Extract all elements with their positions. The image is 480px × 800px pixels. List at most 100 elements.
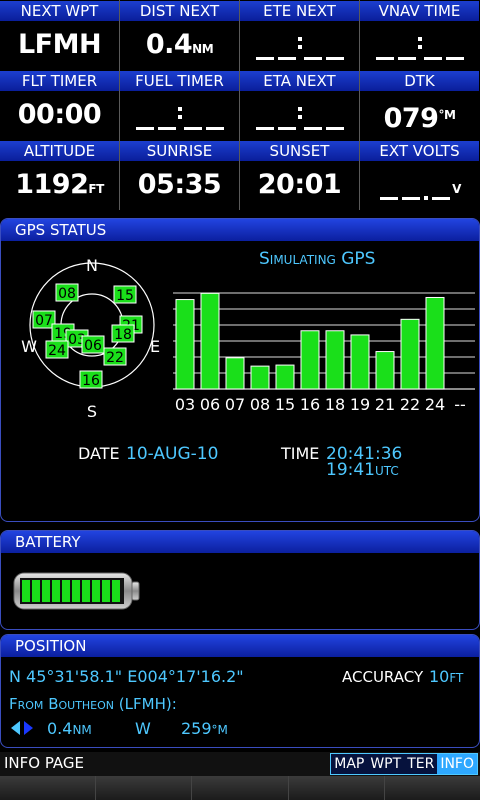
- satellite-label: 06: [84, 338, 102, 354]
- tab-ter[interactable]: TER: [404, 754, 437, 774]
- signal-bar-06: [200, 292, 220, 390]
- compass-s-label: S: [87, 402, 97, 421]
- tab-wpt[interactable]: WPT: [367, 754, 404, 774]
- battery-segment: [52, 580, 60, 602]
- data-field-eta-next[interactable]: ETA NEXT: [240, 70, 360, 140]
- data-field-label: ETA NEXT: [240, 71, 359, 91]
- signal-bar-label: 03: [175, 395, 195, 414]
- signal-bar-03: [175, 299, 195, 390]
- battery-segment: [102, 580, 110, 602]
- data-field-ext-volts[interactable]: EXT VOLTS V: [360, 140, 480, 210]
- softkey-2[interactable]: [96, 776, 193, 800]
- data-field-value: [360, 21, 479, 69]
- nearest-distance: 0.4NM: [47, 719, 92, 738]
- signal-bar-15: [275, 364, 295, 390]
- nearest-bearing-value: 259: [181, 719, 212, 738]
- signal-bar-label: 06: [200, 395, 220, 414]
- signal-bar-label: 22: [400, 395, 420, 414]
- battery-segment: [112, 580, 120, 602]
- data-field-value: 0.4NM: [120, 21, 239, 69]
- battery-segment: [42, 580, 50, 602]
- nearest-distance-value: 0.4: [47, 719, 73, 738]
- battery-segment: [62, 580, 70, 602]
- satellite-label: 07: [35, 313, 53, 329]
- page-name: INFO PAGE: [4, 754, 85, 772]
- position-title: POSITION: [1, 635, 479, 657]
- tab-map[interactable]: MAP: [331, 754, 367, 774]
- data-field-unit: NM: [192, 42, 214, 56]
- data-field-ete-next[interactable]: ETE NEXT: [240, 0, 360, 70]
- battery-segment: [22, 580, 30, 602]
- page-tabs: MAP WPT TER INFO: [330, 753, 478, 775]
- signal-bar-18: [325, 330, 345, 390]
- data-field-label: ALTITUDE: [0, 141, 119, 161]
- data-field-value: 05:35: [120, 161, 239, 209]
- satellite-18: 18: [111, 324, 135, 343]
- data-field-value: [240, 21, 359, 69]
- data-field-unit: V: [452, 182, 461, 196]
- footer: INFO PAGE MAP WPT TER INFO: [0, 752, 480, 800]
- compass-e-label: E: [150, 337, 160, 356]
- data-field-value: 00:00: [0, 91, 119, 139]
- position-coords: N 45°31'58.1" E004°17'16.2": [9, 667, 244, 686]
- satellite-15: 15: [113, 285, 137, 304]
- data-field-altitude[interactable]: ALTITUDE 1192FT: [0, 140, 120, 210]
- data-field-sunset[interactable]: SUNSET 20:01: [240, 140, 360, 210]
- data-field-value: 20:01: [240, 161, 359, 209]
- position-panel: POSITION N 45°31'58.1" E004°17'16.2" ACC…: [0, 634, 480, 748]
- data-field-vnav-time[interactable]: VNAV TIME: [360, 0, 480, 70]
- battery-segment: [72, 580, 80, 602]
- softkey-1[interactable]: [0, 776, 97, 800]
- satellite-label: 24: [48, 343, 66, 359]
- signal-bar-label: 15: [275, 395, 295, 414]
- data-field-next-wpt[interactable]: NEXT WPT LFMH: [0, 0, 120, 70]
- direction-arrow-icon: [11, 721, 33, 735]
- signal-bar-label: 19: [350, 395, 370, 414]
- softkey-row: [0, 776, 480, 800]
- signal-bar-label: 24: [425, 395, 445, 414]
- data-field-label: SUNRISE: [120, 141, 239, 161]
- data-field-value: [240, 91, 359, 139]
- satellite-08: 08: [55, 283, 79, 302]
- nearest-distance-unit: NM: [72, 723, 92, 737]
- data-field-label: NEXT WPT: [0, 1, 119, 21]
- time-utc-unit: UTC: [375, 464, 399, 478]
- battery-segment: [82, 580, 90, 602]
- signal-bar-19: [350, 334, 370, 390]
- accuracy-unit: FT: [449, 671, 464, 685]
- softkey-5[interactable]: [384, 776, 480, 800]
- time-label: TIME: [281, 444, 320, 463]
- nearest-bearing-unit: °M: [211, 723, 228, 737]
- satellite-06: 06: [81, 335, 105, 354]
- time-utc-value: 19:41: [326, 460, 375, 480]
- battery-title: BATTERY: [1, 531, 479, 553]
- tab-info[interactable]: INFO: [437, 754, 477, 774]
- data-field-value: [120, 91, 239, 139]
- battery-segment: [92, 580, 100, 602]
- data-field-sunrise[interactable]: SUNRISE 05:35: [120, 140, 240, 210]
- data-field-dtk[interactable]: DTK 079°M: [360, 70, 480, 140]
- satellite-24: 24: [45, 340, 69, 359]
- satellite-label: 18: [114, 327, 132, 343]
- signal-bar-07: [225, 357, 245, 390]
- data-field-unit: FT: [88, 182, 104, 196]
- signal-bar-label: 21: [375, 395, 395, 414]
- softkey-3[interactable]: [192, 776, 289, 800]
- data-field-label: DIST NEXT: [120, 1, 239, 21]
- battery-panel: BATTERY: [0, 530, 480, 630]
- date-label: DATE: [78, 444, 120, 463]
- data-field-dist-next[interactable]: DIST NEXT 0.4NM: [120, 0, 240, 70]
- data-field-value: LFMH: [0, 21, 119, 69]
- signal-bar-08: [250, 365, 270, 390]
- signal-bar-label: 08: [250, 395, 270, 414]
- data-field-value: 079°M: [360, 91, 479, 139]
- data-field-flt-timer[interactable]: FLT TIMER 00:00: [0, 70, 120, 140]
- data-field-label: DTK: [360, 71, 479, 91]
- data-fields-grid: NEXT WPT LFMH DIST NEXT 0.4NM ETE NEXT VNAV T…: [0, 0, 480, 212]
- data-field-label: SUNSET: [240, 141, 359, 161]
- compass-w-label: W: [21, 337, 37, 356]
- data-field-label: EXT VOLTS: [360, 141, 479, 161]
- data-field-label: ETE NEXT: [240, 1, 359, 21]
- data-field-fuel-timer[interactable]: FUEL TIMER: [120, 70, 240, 140]
- softkey-4[interactable]: [288, 776, 385, 800]
